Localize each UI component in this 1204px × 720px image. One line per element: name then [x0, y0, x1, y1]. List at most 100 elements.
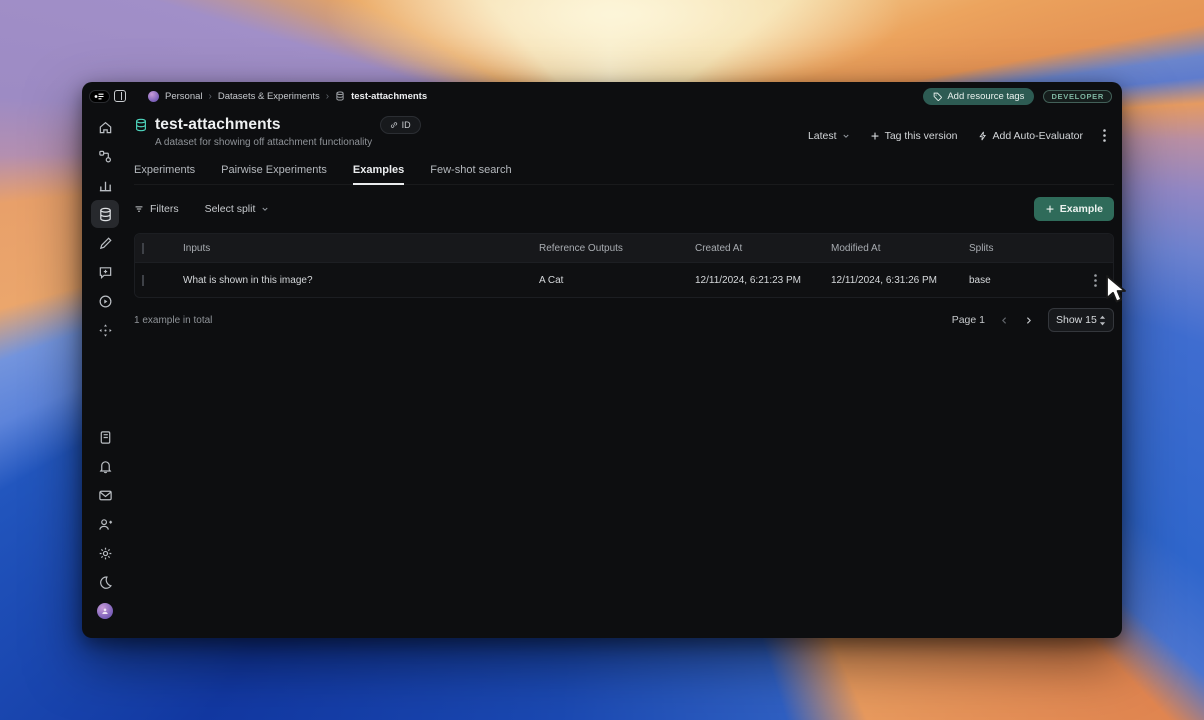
cell-reference-outputs: A Cat: [539, 274, 564, 286]
page-subtitle: A dataset for showing off attachment fun…: [155, 137, 373, 148]
role-badge: DEVELOPER: [1043, 89, 1112, 103]
filter-toolbar: Filters Select split Example: [134, 197, 1114, 221]
user-plus-icon: [98, 518, 112, 530]
examples-table: Inputs Reference Outputs Created At Modi…: [134, 233, 1114, 298]
column-header-reference-outputs[interactable]: Reference Outputs: [527, 243, 683, 254]
kebab-icon: [1093, 273, 1097, 287]
workspace-avatar[interactable]: [148, 90, 159, 102]
sidebar: [82, 110, 128, 638]
tag-version-label: Tag this version: [884, 129, 958, 142]
page-title: test-attachments: [155, 116, 281, 133]
next-page-button[interactable]: [1024, 316, 1033, 325]
sidebar-item-profile[interactable]: [91, 597, 119, 625]
select-split-dropdown[interactable]: Select split: [205, 203, 270, 215]
sidebar-item-settings[interactable]: [91, 539, 119, 567]
table-row[interactable]: What is shown in this image? A Cat 12/11…: [135, 262, 1113, 297]
add-auto-evaluator-button[interactable]: Add Auto-Evaluator: [978, 130, 1083, 142]
previous-page-button[interactable]: [1000, 316, 1009, 325]
sidebar-item-theme[interactable]: [91, 568, 119, 596]
moon-icon: [99, 575, 112, 589]
sidebar-item-feedback[interactable]: [91, 258, 119, 286]
add-example-label: Example: [1059, 203, 1103, 215]
page-size-select[interactable]: Show 15: [1048, 308, 1114, 332]
play-circle-icon: [99, 295, 111, 307]
sidebar-item-playground[interactable]: [91, 287, 119, 315]
page-header: test-attachments ID A dataset for showin…: [134, 110, 1114, 148]
sidebar-item-updates[interactable]: [91, 452, 119, 480]
row-checkbox[interactable]: [142, 274, 144, 286]
page-size-label: Show 15: [1056, 314, 1097, 326]
sidebar-item-invite[interactable]: [91, 510, 119, 538]
copy-id-badge[interactable]: ID: [379, 116, 421, 134]
plus-icon: [871, 132, 878, 139]
add-resource-tags-button[interactable]: Add resource tags: [923, 87, 1035, 105]
sidebar-item-home[interactable]: [91, 113, 119, 141]
main-content: test-attachments ID A dataset for showin…: [128, 110, 1122, 638]
tab-examples[interactable]: Examples: [352, 164, 405, 185]
link-icon: [390, 122, 397, 128]
cell-modified-at: 12/11/2024, 6:31:26 PM: [831, 274, 938, 286]
select-arrows-icon: [1099, 315, 1106, 325]
version-selector-label: Latest: [807, 129, 837, 142]
chat-plus-icon: [99, 266, 111, 279]
plus-icon: [1046, 205, 1054, 213]
chevron-right-icon: [1026, 316, 1031, 324]
total-count-label: 1 example in total: [134, 314, 213, 326]
mail-icon: [98, 490, 112, 500]
version-selector[interactable]: Latest: [808, 130, 850, 142]
breadcrumb-section[interactable]: Datasets & Experiments: [218, 91, 320, 102]
breadcrumb-separator: ›: [325, 90, 330, 102]
filters-button[interactable]: Filters: [134, 203, 179, 215]
chevron-left-icon: [1002, 316, 1007, 324]
add-auto-evaluator-label: Add Auto-Evaluator: [992, 129, 1083, 142]
sidebar-item-deployments[interactable]: [91, 316, 119, 344]
tab-experiments[interactable]: Experiments: [134, 164, 195, 184]
breadcrumb-separator: ›: [208, 90, 212, 102]
select-all-checkbox[interactable]: [142, 242, 144, 254]
desktop-wallpaper: Personal › Datasets & Experiments › test…: [0, 0, 1204, 720]
column-header-inputs[interactable]: Inputs: [171, 243, 527, 254]
topbar-right: Add resource tags DEVELOPER: [923, 87, 1112, 105]
breadcrumb-page[interactable]: test-attachments: [351, 91, 427, 102]
sidebar-item-datasets[interactable]: [91, 200, 119, 228]
sidebar-toggle-icon[interactable]: [114, 90, 126, 102]
column-header-splits[interactable]: Splits: [957, 243, 1077, 254]
row-actions-menu[interactable]: [1093, 273, 1097, 287]
database-icon: [99, 207, 111, 221]
bell-icon: [99, 460, 111, 473]
pagination: Page 1 Show 15: [952, 308, 1114, 332]
app-logo[interactable]: [89, 89, 110, 103]
cell-splits: base: [969, 274, 991, 286]
column-header-created-at[interactable]: Created At: [683, 243, 819, 254]
add-example-button[interactable]: Example: [1033, 197, 1114, 221]
tab-few-shot-search[interactable]: Few-shot search: [430, 164, 511, 184]
home-icon: [99, 121, 111, 133]
tab-pairwise-experiments[interactable]: Pairwise Experiments: [221, 164, 327, 184]
title-block: test-attachments ID A dataset for showin…: [134, 116, 421, 148]
tag-icon: [934, 92, 943, 101]
filter-icon: [135, 206, 143, 212]
cell-created-at: 12/11/2024, 6:21:23 PM: [695, 274, 802, 286]
sidebar-item-dashboards[interactable]: [91, 171, 119, 199]
sidebar-item-annotation[interactable]: [91, 229, 119, 257]
dataset-icon: [336, 91, 344, 101]
sidebar-item-inbox[interactable]: [91, 481, 119, 509]
bolt-icon: [978, 131, 986, 140]
table-footer: 1 example in total Page 1 Show 15: [134, 308, 1114, 332]
select-split-label: Select split: [204, 203, 256, 215]
app-window: Personal › Datasets & Experiments › test…: [82, 82, 1122, 638]
add-resource-tags-label: Add resource tags: [947, 90, 1025, 102]
pencil-icon: [99, 236, 112, 249]
sidebar-item-tracing[interactable]: [91, 142, 119, 170]
sidebar-item-docs[interactable]: [91, 423, 119, 451]
column-header-modified-at[interactable]: Modified At: [819, 243, 957, 254]
table-header-row: Inputs Reference Outputs Created At Modi…: [135, 234, 1113, 262]
cell-inputs: What is shown in this image?: [183, 274, 313, 286]
filters-label: Filters: [150, 203, 179, 215]
breadcrumb-org[interactable]: Personal: [165, 91, 203, 102]
version-controls: Latest Tag this version Add Auto-Evaluat…: [808, 129, 1106, 142]
header-more-menu[interactable]: [1103, 129, 1106, 142]
notebook-icon: [100, 430, 110, 444]
breadcrumb: Personal › Datasets & Experiments › test…: [148, 90, 427, 102]
tag-version-button[interactable]: Tag this version: [870, 130, 958, 142]
